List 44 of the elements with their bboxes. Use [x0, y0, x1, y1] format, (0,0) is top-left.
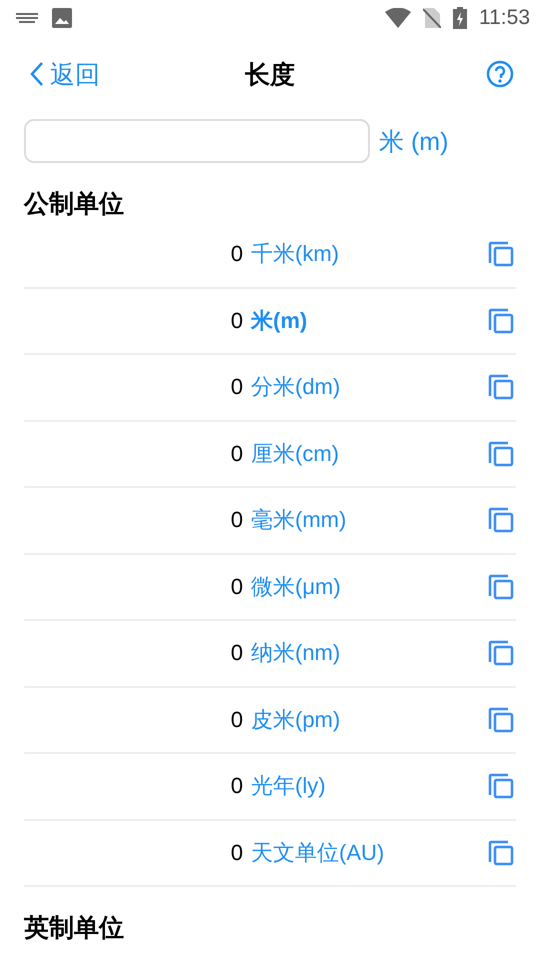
- converted-value: 0: [230, 308, 243, 334]
- copy-icon[interactable]: [488, 440, 514, 467]
- copy-icon[interactable]: [488, 308, 514, 334]
- converted-value: 0: [230, 840, 243, 866]
- converted-value: 0: [230, 241, 243, 268]
- unit-name[interactable]: 千米(km): [251, 239, 339, 270]
- no-sim-icon: [423, 8, 441, 28]
- converted-value: 0: [230, 440, 243, 467]
- converted-value: 0: [230, 574, 243, 600]
- section-title: 英制单位: [24, 914, 124, 942]
- battery-icon: [453, 7, 467, 29]
- unit-name[interactable]: 天文单位(AU): [251, 838, 384, 868]
- unit-name[interactable]: 分米(dm): [251, 372, 340, 402]
- converted-value: 0: [230, 773, 243, 800]
- copy-icon[interactable]: [488, 241, 514, 268]
- help-icon[interactable]: [486, 60, 514, 88]
- unit-name[interactable]: 毫米(mm): [251, 505, 346, 536]
- copy-icon[interactable]: [488, 773, 514, 800]
- copy-icon[interactable]: [488, 374, 514, 400]
- unit-name[interactable]: 厘米(cm): [251, 438, 339, 469]
- copy-icon[interactable]: [488, 574, 514, 600]
- converted-value: 0: [230, 507, 243, 534]
- chevron-left-icon[interactable]: [30, 61, 44, 87]
- wifi-icon: [385, 8, 411, 28]
- copy-icon[interactable]: [488, 507, 514, 534]
- unit-name[interactable]: 纳米(nm): [251, 638, 340, 668]
- converted-value: 0: [230, 706, 243, 733]
- unit-name[interactable]: 皮米(pm): [251, 704, 340, 735]
- keyboard-icon: [16, 13, 38, 23]
- unit-name[interactable]: 米(m): [251, 306, 308, 336]
- page-title: 长度: [245, 60, 295, 88]
- copy-icon[interactable]: [488, 706, 514, 733]
- input-field[interactable]: [24, 119, 370, 163]
- unit-name[interactable]: 微米(μm): [251, 572, 341, 602]
- back-button[interactable]: 返回: [30, 58, 100, 90]
- unit-name[interactable]: 光年(ly): [251, 771, 326, 802]
- converted-value: 0: [230, 374, 243, 400]
- clock: 11:53: [479, 6, 530, 30]
- image-icon: [52, 8, 72, 28]
- section-title: 公制单位: [24, 190, 124, 218]
- unit-label: 米 (m): [379, 126, 448, 158]
- copy-icon[interactable]: [488, 640, 514, 666]
- converted-value: 0: [230, 640, 243, 666]
- copy-icon[interactable]: [488, 840, 514, 866]
